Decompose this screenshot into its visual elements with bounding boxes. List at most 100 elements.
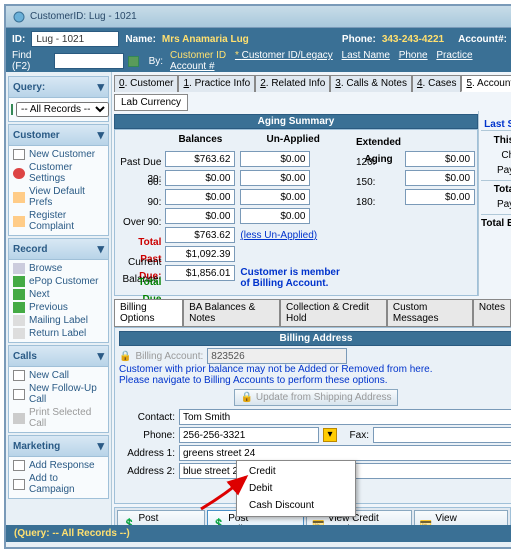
subtab-lab-currency[interactable]: Lab Currency: [114, 94, 188, 111]
query-select[interactable]: -- All Records --: [16, 102, 109, 117]
contact-field[interactable]: [179, 409, 511, 425]
acct-label: Account#:: [458, 34, 507, 45]
sidebar-return-label[interactable]: Return Label: [9, 327, 108, 340]
query-icon[interactable]: [11, 104, 13, 115]
status-bar: (Query: -- All Records --): [6, 525, 511, 542]
record-collapse-icon[interactable]: ▾: [97, 241, 104, 257]
window-title: CustomerID: Lug - 1021: [30, 11, 137, 22]
billing-note1: Customer with prior balance may not be A…: [119, 364, 511, 375]
sidebar-add-response[interactable]: Add Response: [9, 459, 108, 472]
ext-180: [405, 189, 475, 205]
billing-addr-title: Billing Address: [119, 331, 511, 346]
unap-90: [240, 189, 310, 205]
by-label: By:: [149, 56, 163, 67]
sidebar: Query: ▾ -- All Records -- Customer▾ New…: [6, 72, 112, 525]
tab-cases[interactable]: 4. Cases: [412, 75, 461, 92]
by-phone[interactable]: Phone: [399, 50, 428, 61]
menu-credit[interactable]: Credit: [237, 463, 355, 480]
aging-title: Aging Summary: [114, 114, 478, 129]
find-input[interactable]: [54, 53, 124, 69]
customer-collapse-icon[interactable]: ▾: [97, 127, 104, 143]
by-practice[interactable]: Practice: [436, 50, 472, 61]
menu-debit[interactable]: Debit: [237, 480, 355, 497]
query-head: Query: ▾: [8, 76, 109, 98]
sidebar-mailing-label[interactable]: Mailing Label: [9, 314, 108, 327]
sidebar-epop-customer[interactable]: ePop Customer: [9, 275, 108, 288]
address1-field[interactable]: [179, 445, 511, 461]
bal-90: [165, 189, 235, 205]
main-tabs: 0. Customer 1. Practice Info 2. Related …: [114, 74, 511, 92]
sidebar-customer-settings[interactable]: Customer Settings: [9, 161, 108, 185]
unap-60: [240, 170, 310, 186]
id-label: ID:: [12, 34, 25, 45]
by-customerid-legacy[interactable]: Customer ID/Legacy: [235, 50, 333, 61]
by-account[interactable]: Account #: [170, 61, 214, 72]
payments-icon: 💳: [420, 519, 432, 526]
unap-over90: [240, 208, 310, 224]
sidebar-register-complaint[interactable]: Register Complaint: [9, 209, 108, 233]
id-bar: ID: Name: Mrs Anamaria Lug Phone: 343-24…: [6, 28, 511, 50]
tab-ba-balances[interactable]: BA Balances & Notes: [183, 299, 280, 327]
phone-label: Phone:: [342, 34, 376, 45]
sidebar-browse[interactable]: Browse: [9, 262, 108, 275]
total-past-due: [165, 227, 235, 243]
tab-customer[interactable]: 0. Customer: [114, 75, 178, 92]
unap-30: [240, 151, 310, 167]
phone-value: 343-243-4221: [382, 34, 444, 45]
calls-collapse-icon[interactable]: ▾: [97, 348, 104, 364]
sidebar-next[interactable]: Next: [9, 288, 108, 301]
tab-billing-options[interactable]: Billing Options: [114, 299, 183, 327]
id-field[interactable]: [31, 31, 119, 47]
find-go-icon[interactable]: [128, 56, 138, 67]
bal-30: [165, 151, 235, 167]
post-payment-button[interactable]: 💲Post Payment: [117, 510, 205, 525]
billing-note2: Please navigate to Billing Accounts to p…: [119, 375, 511, 386]
billing-account-field: [207, 348, 347, 364]
member-note: Customer is member of Billing Account.: [240, 267, 339, 289]
tab-related[interactable]: 2. Related Info: [255, 75, 330, 92]
tab-practice[interactable]: 1. Practice Info: [178, 75, 255, 92]
card-icon: 💳: [312, 519, 324, 526]
tab-notes[interactable]: Notes: [473, 299, 511, 327]
current-balance: [165, 246, 235, 262]
sidebar-new-followup-call[interactable]: New Follow-Up Call: [9, 382, 108, 406]
window: CustomerID: Lug - 1021 ID: Name: Mrs Ana…: [4, 4, 511, 549]
customer-head: Customer▾: [8, 124, 109, 146]
bal-60: [165, 170, 235, 186]
sidebar-view-default-prefs[interactable]: View Default Prefs: [9, 185, 108, 209]
fax-field[interactable]: [373, 427, 511, 443]
ext-150: [405, 170, 475, 186]
bal-over90: [165, 208, 235, 224]
phone-field[interactable]: [179, 427, 319, 443]
aging-grid: Past Due 30: 60: 90: Over 90: Total Past…: [114, 129, 478, 296]
phone-warning-icon[interactable]: ▾: [323, 428, 337, 442]
menu-cash-discount[interactable]: Cash Discount: [237, 497, 355, 514]
post-adjustment-menu: Credit Debit Cash Discount: [236, 460, 356, 517]
calls-head: Calls▾: [8, 345, 109, 367]
titlebar: CustomerID: Lug - 1021: [6, 6, 511, 28]
by-links: Customer ID Customer ID/Legacy Last Name…: [167, 50, 507, 72]
view-payments-button[interactable]: 💳View Payments: [414, 510, 508, 525]
tab-accounting[interactable]: 5. Accounting: [461, 75, 511, 92]
marketing-collapse-icon[interactable]: ▾: [97, 438, 104, 454]
billing-subtabs: Billing Options BA Balances & Notes Coll…: [114, 299, 511, 327]
sidebar-previous[interactable]: Previous: [9, 301, 108, 314]
tab-custom-msgs[interactable]: Custom Messages: [387, 299, 473, 327]
find-label: Find (F2): [12, 50, 50, 72]
by-lastname[interactable]: Last Name: [342, 50, 390, 61]
less-unapplied-link[interactable]: (less Un-Applied): [240, 230, 317, 241]
query-collapse-icon[interactable]: ▾: [97, 79, 104, 95]
find-bar: Find (F2) By: Customer ID Customer ID/Le…: [6, 50, 511, 72]
by-customerid[interactable]: Customer ID: [170, 50, 226, 61]
total-due: [165, 265, 235, 281]
money-icon: 💲: [123, 519, 135, 526]
sidebar-add-to-campaign[interactable]: Add to Campaign: [9, 472, 108, 496]
sidebar-new-call[interactable]: New Call: [9, 369, 108, 382]
name-label: Name:: [125, 34, 156, 45]
marketing-head: Marketing▾: [8, 435, 109, 457]
main: 0. Customer 1. Practice Info 2. Related …: [112, 72, 511, 525]
right-summary: Last S This Ch Pay Tota Pay Total B: [478, 111, 511, 296]
tab-calls-notes[interactable]: 3. Calls & Notes: [330, 75, 412, 92]
tab-collection[interactable]: Collection & Credit Hold: [280, 299, 387, 327]
sidebar-new-customer[interactable]: New Customer: [9, 148, 108, 161]
